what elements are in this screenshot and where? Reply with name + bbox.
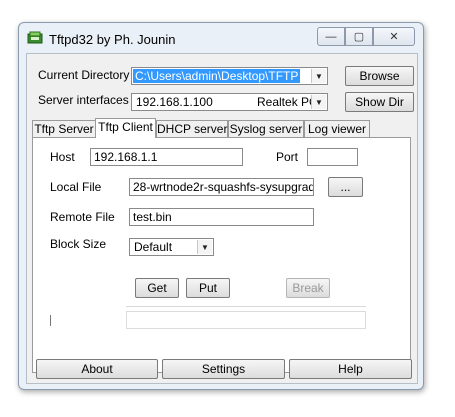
show-dir-button[interactable]: Show Dir <box>345 92 414 112</box>
close-icon: ✕ <box>389 31 399 43</box>
tab-syslog-server[interactable]: Syslog server <box>228 120 304 137</box>
window-title: Tftpd32 by Ph. Jounin <box>49 32 176 47</box>
minimize-icon: — <box>325 30 337 43</box>
current-directory-label: Current Directory <box>38 68 130 82</box>
current-directory-combo[interactable]: C:\Users\admin\Desktop\TFTP ▼ <box>131 67 328 85</box>
port-input[interactable] <box>307 148 358 166</box>
window-controls: — ▢ ✕ <box>317 27 415 46</box>
local-file-label: Local File <box>50 180 102 194</box>
local-file-input[interactable]: 28-wrtnode2r-squashfs-sysupgrade.bin <box>129 178 314 196</box>
server-interfaces-label: Server interfaces <box>38 93 129 107</box>
remote-file-input[interactable]: test.bin <box>129 208 314 226</box>
tftp-client-panel: Host 192.168.1.1 Port Local File 28-wrtn… <box>32 137 411 373</box>
divider <box>126 306 366 307</box>
chevron-down-icon[interactable]: ▼ <box>311 69 326 83</box>
tab-dhcp-server[interactable]: DHCP server <box>156 120 228 137</box>
block-size-value: Default <box>134 240 173 254</box>
current-directory-value: C:\Users\admin\Desktop\TFTP <box>133 69 301 83</box>
remote-file-label: Remote File <box>50 210 115 224</box>
tftpd32-window: Tftpd32 by Ph. Jounin — ▢ ✕ Current Dire… <box>18 22 424 390</box>
browse-button[interactable]: Browse <box>345 66 414 86</box>
chevron-down-icon[interactable]: ▼ <box>311 95 326 109</box>
tab-tftp-client[interactable]: Tftp Client <box>95 118 156 138</box>
break-button: Break <box>286 278 330 298</box>
chevron-down-icon[interactable]: ▼ <box>197 240 212 254</box>
minimize-button[interactable]: — <box>317 27 345 46</box>
close-button[interactable]: ✕ <box>373 27 415 46</box>
app-icon <box>27 31 43 44</box>
put-button[interactable]: Put <box>186 278 230 298</box>
block-size-select[interactable]: Default ▼ <box>129 238 214 256</box>
help-button[interactable]: Help <box>289 359 412 379</box>
status-cursor <box>50 315 51 326</box>
tab-tftp-server[interactable]: Tftp Server <box>32 120 96 137</box>
server-interfaces-ip: 192.168.1.100 <box>136 95 213 109</box>
title-bar[interactable]: Tftpd32 by Ph. Jounin — ▢ ✕ <box>19 23 423 53</box>
maximize-button[interactable]: ▢ <box>345 27 373 46</box>
settings-button[interactable]: Settings <box>162 359 285 379</box>
port-label: Port <box>276 150 299 164</box>
server-interfaces-adapter: Realtek PC <box>257 95 318 109</box>
maximize-icon: ▢ <box>353 31 365 43</box>
client-area: Current Directory C:\Users\admin\Desktop… <box>26 53 418 384</box>
local-file-browse-button[interactable]: ... <box>328 177 363 197</box>
block-size-label: Block Size <box>50 237 107 251</box>
server-interfaces-combo[interactable]: 192.168.1.100 Realtek PC ▼ <box>131 93 328 111</box>
about-button[interactable]: About <box>36 359 158 379</box>
tab-log-viewer[interactable]: Log viewer <box>304 120 370 137</box>
get-button[interactable]: Get <box>135 278 179 298</box>
host-input[interactable]: 192.168.1.1 <box>90 148 243 166</box>
host-label: Host <box>50 150 75 164</box>
transfer-progress-bar <box>126 311 366 329</box>
